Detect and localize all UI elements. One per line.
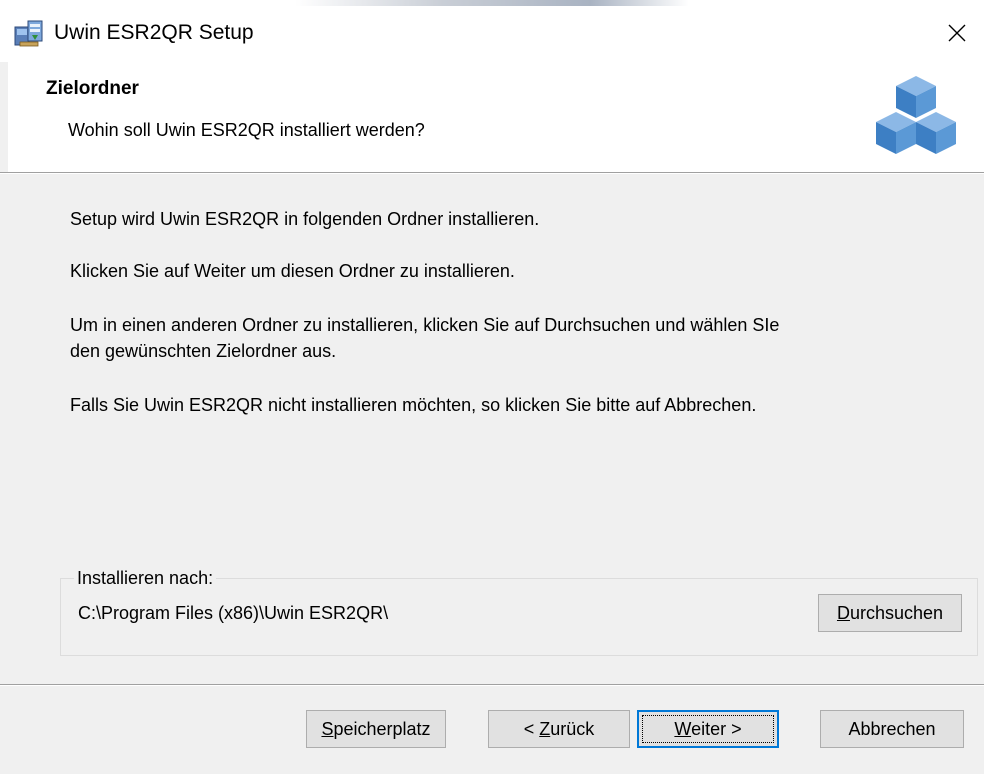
browse-label-rest: urchsuchen <box>849 602 944 623</box>
info-text-1: Setup wird Uwin ESR2QR in folgenden Ordn… <box>70 209 540 229</box>
space-label-rest: peicherplatz <box>333 718 431 739</box>
page-title: Zielordner <box>46 78 139 99</box>
back-mnemonic: Z <box>539 718 551 739</box>
info-text-2: Klicken Sie auf Weiter um diesen Ordner … <box>70 261 515 281</box>
space-mnemonic: S <box>321 718 334 739</box>
info-text-4: Falls Sie Uwin ESR2QR nicht installieren… <box>70 395 757 415</box>
disk-space-button-label: Speicherplatz <box>321 719 430 740</box>
next-button[interactable]: Weiter > <box>637 710 779 748</box>
cubes-logo-icon <box>876 76 956 154</box>
next-label-rest: eiter > <box>691 718 742 739</box>
footer-separator <box>0 684 984 686</box>
close-icon <box>948 24 966 42</box>
cancel-button[interactable]: Abbrechen <box>820 710 964 748</box>
next-button-label: Weiter > <box>674 719 741 740</box>
browse-button[interactable]: Durchsuchen <box>818 594 962 632</box>
disk-space-button[interactable]: Speicherplatz <box>306 710 446 748</box>
install-path: C:\Program Files (x86)\Uwin ESR2QR\ <box>78 603 389 623</box>
setup-window: Uwin ESR2QR Setup Zielordner Wohin soll … <box>0 0 984 774</box>
back-button[interactable]: < Zurück <box>488 710 630 748</box>
window-title: Uwin ESR2QR Setup <box>54 21 254 44</box>
browse-mnemonic: D <box>836 602 850 623</box>
browse-button-label: Durchsuchen <box>837 603 943 624</box>
header-separator <box>0 172 984 174</box>
title-bar-accent <box>0 0 984 6</box>
page-subtitle: Wohin soll Uwin ESR2QR installiert werde… <box>68 120 425 140</box>
back-label-prefix: < <box>523 718 540 739</box>
install-location-label: Installieren nach: <box>74 567 217 589</box>
cancel-button-label: Abbrechen <box>848 718 936 739</box>
title-bar: Uwin ESR2QR Setup <box>0 0 984 62</box>
close-button[interactable] <box>930 6 984 60</box>
back-button-label: < Zurück <box>524 719 595 740</box>
info-text-3-line2: den gewünschten Zielordner aus. <box>70 341 337 361</box>
wizard-header: Zielordner Wohin soll Uwin ESR2QR instal… <box>8 62 984 172</box>
back-label-rest: urück <box>550 718 595 739</box>
installer-icon <box>14 20 43 47</box>
info-text-3-line1: Um in einen anderen Ordner zu installier… <box>70 315 780 335</box>
next-mnemonic: W <box>674 718 692 739</box>
